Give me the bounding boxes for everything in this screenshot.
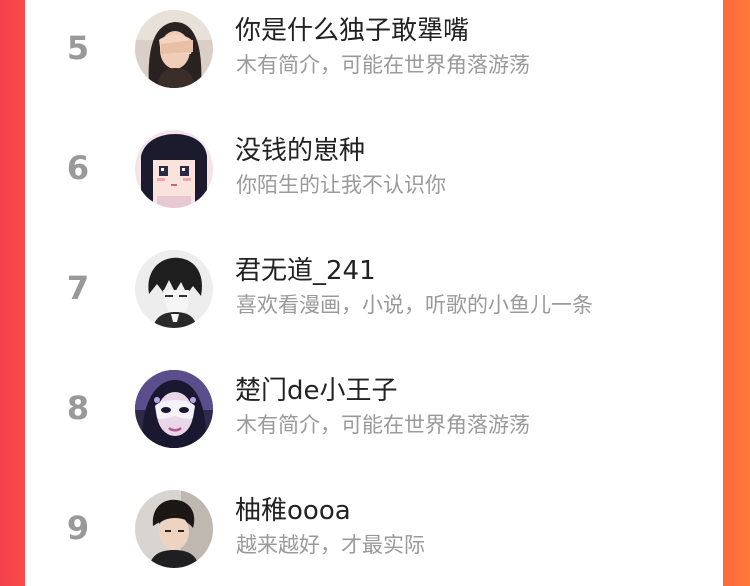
pixel-anime-avatar-icon [135, 130, 213, 208]
ranking-list-item-5[interactable]: 5 你是什么独子敢犟嘴 木有简介，可能在世界角落游荡 [25, 6, 723, 98]
ranking-list-item-7[interactable]: 7 君无道_241 喜欢看漫画，小说，听歌的小鱼儿一条 [25, 246, 723, 338]
ranking-list-item-9[interactable]: 9 柚稚oooa 越来越好，才最实际 [25, 486, 723, 578]
user-nickname: 楚门de小王子 [235, 376, 398, 406]
user-bio: 木有简介，可能在世界角落游荡 [236, 413, 530, 437]
user-avatar[interactable] [135, 490, 213, 568]
ranking-list-item-6[interactable]: 6 没钱的崽种 你陌生的让我不认识你 [25, 126, 723, 218]
rank-number: 9 [66, 509, 90, 547]
user-bio: 你陌生的让我不认识你 [236, 173, 446, 197]
rank-number: 8 [66, 389, 90, 427]
ranking-list-panel: 5 你是什么独子敢犟嘴 木有简介，可能在世界角落游荡 6 没钱的崽种 你陌生的让… [25, 0, 723, 586]
user-nickname: 君无道_241 [235, 256, 376, 286]
rank-number: 5 [66, 29, 90, 67]
user-nickname: 柚稚oooa [235, 496, 351, 526]
user-avatar[interactable] [135, 250, 213, 328]
photo-young-man-avatar-icon [135, 490, 213, 568]
user-avatar[interactable] [135, 370, 213, 448]
user-nickname: 你是什么独子敢犟嘴 [235, 16, 470, 46]
user-avatar[interactable] [135, 130, 213, 208]
rank-number: 7 [66, 269, 90, 307]
masked-woman-avatar-icon [135, 370, 213, 448]
user-avatar[interactable] [135, 10, 213, 88]
photo-girl-avatar-icon [135, 10, 213, 88]
user-bio: 木有简介，可能在世界角落游荡 [236, 53, 530, 77]
user-nickname: 没钱的崽种 [235, 136, 366, 166]
sketch-anime-boy-avatar-icon [135, 250, 213, 328]
rank-number: 6 [66, 149, 90, 187]
ranking-list-item-8[interactable]: 8 楚门de小王子 木有简介，可能在世界角落游荡 [25, 366, 723, 458]
user-bio: 喜欢看漫画，小说，听歌的小鱼儿一条 [236, 293, 593, 317]
user-bio: 越来越好，才最实际 [236, 533, 425, 557]
